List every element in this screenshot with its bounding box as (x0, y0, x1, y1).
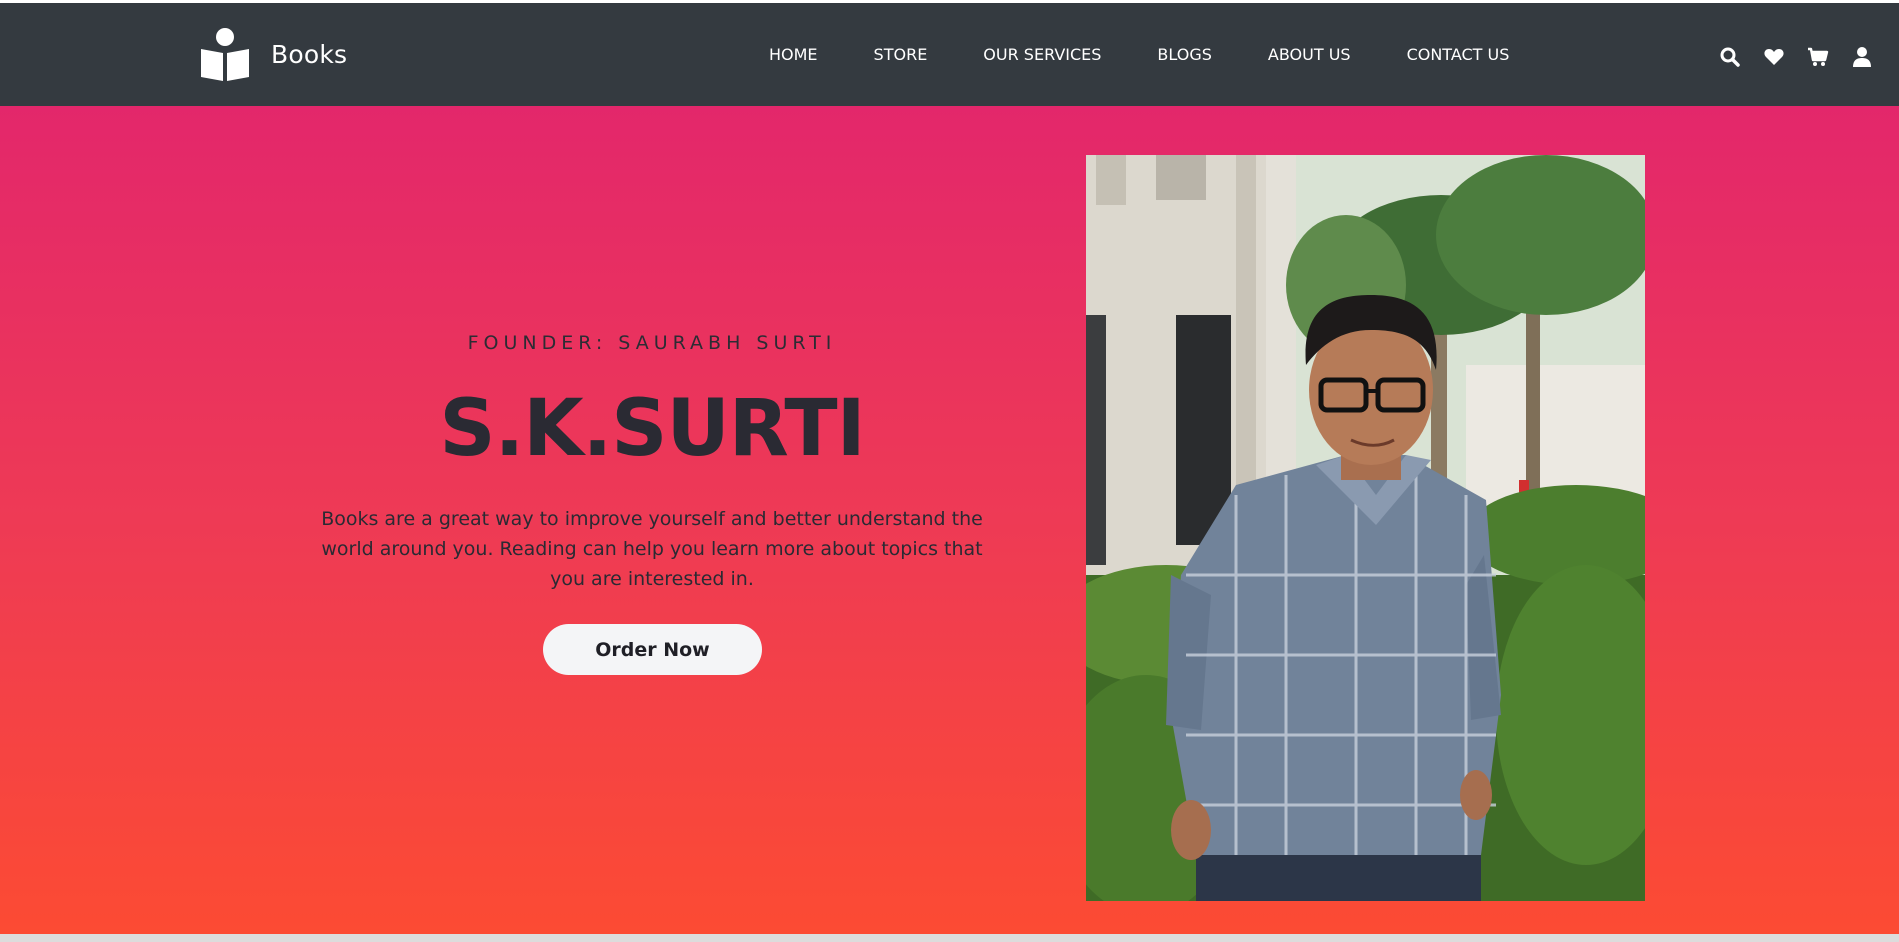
header-icons (1719, 46, 1873, 68)
brand-name: Books (271, 39, 348, 69)
cart-icon[interactable] (1807, 46, 1829, 68)
order-now-button[interactable]: Order Now (543, 624, 762, 675)
founder-photo (1086, 155, 1645, 901)
nav-blogs[interactable]: BLOGS (1157, 45, 1211, 64)
hero-section: FOUNDER: SAURABH SURTI S.K.SURTI Books a… (0, 106, 1899, 934)
main-nav: HOME STORE OUR SERVICES BLOGS ABOUT US C… (769, 45, 1509, 64)
nav-contact-us[interactable]: CONTACT US (1407, 45, 1510, 64)
brand[interactable]: Books (199, 27, 347, 81)
book-reader-icon (201, 28, 249, 81)
search-icon[interactable] (1719, 46, 1741, 68)
nav-about-us[interactable]: ABOUT US (1268, 45, 1351, 64)
hero-description: Books are a great way to improve yoursel… (321, 508, 983, 590)
user-icon[interactable] (1851, 46, 1873, 68)
bottom-scrollbar (0, 934, 1899, 942)
nav-store[interactable]: STORE (874, 45, 928, 64)
site-header: Books HOME STORE OUR SERVICES BLOGS ABOU… (0, 3, 1899, 106)
founder-line: FOUNDER: SAURABH SURTI (467, 332, 837, 354)
hero-title: S.K.SURTI (439, 384, 865, 474)
nav-home[interactable]: HOME (769, 45, 818, 64)
heart-icon[interactable] (1763, 46, 1785, 68)
nav-our-services[interactable]: OUR SERVICES (983, 45, 1101, 64)
